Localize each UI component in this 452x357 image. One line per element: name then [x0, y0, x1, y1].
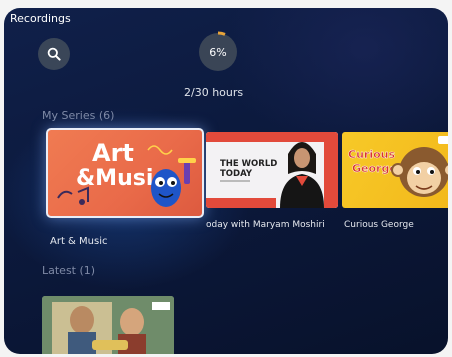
series-tile-art-music[interactable]: Art &Music [46, 128, 204, 218]
series-tile-curious-george[interactable]: Curious George [342, 132, 448, 208]
svg-text:TODAY: TODAY [220, 169, 253, 179]
storage-hours: 2/30 hours [184, 86, 244, 99]
latest-recording-thumbnail [42, 296, 174, 354]
tv-screen: Recordings 6% 2/30 hours My Series (6) A… [4, 8, 448, 354]
latest-heading: Latest (1) [42, 264, 96, 277]
search-icon [47, 47, 61, 61]
svg-text:THE WORLD: THE WORLD [220, 159, 277, 169]
svg-text:Art: Art [92, 139, 134, 167]
art-music-thumbnail: Art &Music [57, 139, 196, 207]
storage-usage-ring: 6% [197, 31, 239, 73]
svg-text:George: George [352, 162, 397, 175]
search-button[interactable] [38, 38, 70, 70]
series-title-world-today: oday with Maryam Moshiri [206, 220, 325, 230]
latest-recording-tile[interactable] [42, 296, 174, 354]
series-title-curious-george: Curious George [344, 220, 414, 230]
page-title: Recordings [10, 12, 71, 25]
svg-text:Curious: Curious [348, 148, 395, 161]
storage-percent: 6% [209, 45, 227, 59]
series-tile-world-today[interactable]: THE WORLD TODAY [206, 132, 338, 208]
my-series-heading: My Series (6) [42, 109, 115, 122]
curious-george-thumbnail: Curious George [348, 136, 448, 197]
series-title-art-music: Art & Music [50, 236, 108, 247]
my-series-row: Art &Music THE WORLD TODAY Curious Georg… [46, 128, 448, 247]
world-today-thumbnail: THE WORLD TODAY [206, 132, 338, 208]
